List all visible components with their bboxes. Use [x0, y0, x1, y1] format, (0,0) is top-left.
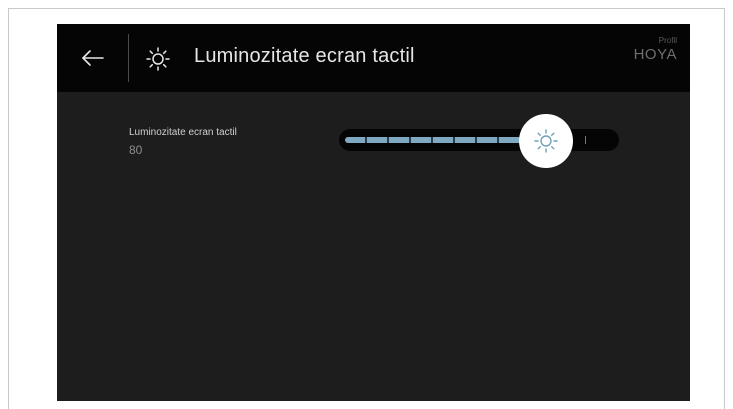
frame-border-right	[724, 8, 725, 409]
brightness-setting-label: Luminozitate ecran tactil	[129, 127, 237, 138]
header-bar: Luminozitate ecran tactil Profil HOYA	[57, 24, 690, 92]
device-screen: Luminozitate ecran tactil Profil HOYA Lu…	[57, 24, 690, 401]
arrow-left-icon	[82, 50, 104, 66]
brightness-slider-knob[interactable]	[519, 114, 573, 168]
sun-icon	[534, 129, 558, 153]
frame-border-left	[8, 8, 9, 409]
brightness-slider-fill	[345, 137, 546, 143]
profile-button[interactable]: Profil HOYA	[634, 36, 677, 64]
profile-label: Profil	[658, 36, 677, 45]
brightness-slider-tick	[585, 136, 586, 144]
profile-name: HOYA	[633, 46, 677, 63]
frame-border-top	[8, 8, 725, 9]
brightness-setting-value: 80	[129, 143, 143, 157]
sun-icon	[145, 45, 171, 71]
page-title: Luminozitate ecran tactil	[194, 45, 415, 67]
header-divider	[128, 34, 129, 82]
back-button[interactable]	[75, 40, 111, 76]
brightness-slider[interactable]	[339, 114, 619, 168]
